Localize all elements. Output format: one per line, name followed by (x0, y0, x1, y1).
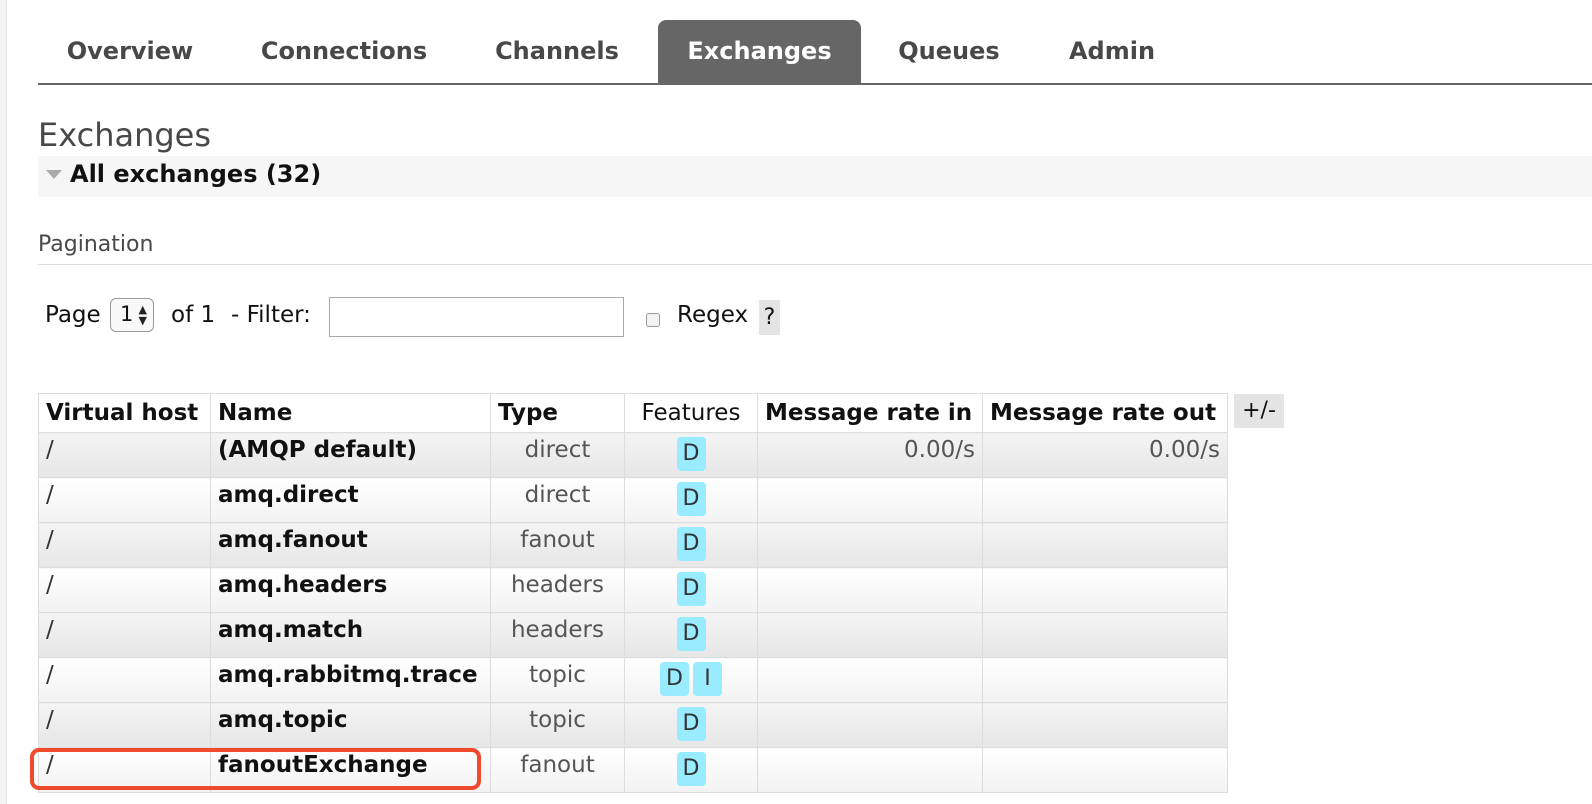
table-row: / amq.rabbitmq.trace topic DI (38, 657, 1228, 703)
tab-connections[interactable]: Connections (246, 20, 442, 83)
filter-input[interactable] (329, 297, 624, 337)
cell-vhost: / (38, 522, 211, 568)
cell-features: D (624, 702, 758, 748)
table-row: / amq.topic topic D (38, 702, 1228, 748)
table-row: / amq.direct direct D (38, 477, 1228, 523)
column-header-message-rate-in[interactable]: Message rate in (757, 393, 983, 433)
all-exchanges-section-toggle[interactable]: All exchanges (32) (38, 156, 1592, 197)
cell-vhost: / (38, 432, 211, 478)
cell-rate-out: 0.00/s (982, 432, 1228, 478)
cell-type: direct (490, 432, 625, 478)
cell-vhost: / (38, 657, 211, 703)
durable-badge: D (676, 707, 706, 741)
cell-features: D (624, 612, 758, 658)
durable-badge: D (660, 662, 689, 696)
section-title: All exchanges (32) (70, 160, 322, 188)
cell-rate-in (757, 477, 983, 523)
toggle-columns-button[interactable]: +/- (1234, 394, 1284, 428)
table-row: / amq.match headers D (38, 612, 1228, 658)
table-row: / amq.headers headers D (38, 567, 1228, 613)
cell-vhost: / (38, 702, 211, 748)
column-header-features: Features (624, 393, 758, 433)
of-pages-label: of 1 (171, 302, 216, 328)
table-header-row: Virtual host Name Type Features Message … (38, 393, 1228, 433)
durable-badge: D (676, 482, 706, 516)
main-nav-tabs: Overview Connections Channels Exchanges … (38, 20, 1592, 85)
exchange-name-link[interactable]: amq.direct (210, 477, 491, 523)
cell-rate-in (757, 522, 983, 568)
filter-label: - Filter: (231, 302, 311, 328)
cell-features: D (624, 522, 758, 568)
exchange-name-link[interactable]: amq.topic (210, 702, 491, 748)
table-row: / fanoutExchange fanout D (38, 747, 1228, 793)
durable-badge: D (676, 527, 706, 561)
cell-rate-in (757, 567, 983, 613)
cell-rate-out (982, 477, 1228, 523)
cell-vhost: / (38, 477, 211, 523)
tab-overview[interactable]: Overview (38, 20, 222, 83)
cell-features: D (624, 477, 758, 523)
pagination-divider (38, 264, 1592, 265)
cell-type: fanout (490, 747, 625, 793)
exchange-name-link[interactable]: amq.headers (210, 567, 491, 613)
cell-features: D (624, 567, 758, 613)
durable-badge: D (676, 437, 706, 471)
exchange-name-link[interactable]: amq.rabbitmq.trace (210, 657, 491, 703)
left-edge-strip (0, 0, 7, 804)
page-label: Page (45, 302, 101, 328)
cell-vhost: / (38, 612, 211, 658)
tab-channels[interactable]: Channels (478, 20, 636, 83)
page-select[interactable]: 1 ▲ ▼ (110, 298, 154, 332)
cell-features: D (624, 432, 758, 478)
cell-vhost: / (38, 567, 211, 613)
regex-label: Regex (677, 302, 749, 328)
internal-badge: I (693, 662, 722, 696)
cell-rate-in (757, 702, 983, 748)
regex-checkbox[interactable] (646, 313, 660, 327)
help-button[interactable]: ? (759, 300, 780, 335)
exchange-name-link[interactable]: amq.match (210, 612, 491, 658)
cell-type: topic (490, 657, 625, 703)
tab-queues[interactable]: Queues (887, 20, 1011, 83)
table-row: / (AMQP default) direct D 0.00/s 0.00/s (38, 432, 1228, 478)
exchange-name-link[interactable]: (AMQP default) (210, 432, 491, 478)
cell-type: fanout (490, 522, 625, 568)
cell-rate-out (982, 522, 1228, 568)
cell-type: headers (490, 612, 625, 658)
pagination-heading: Pagination (38, 232, 154, 257)
rabbitmq-management-page: Overview Connections Channels Exchanges … (0, 0, 1592, 804)
cell-rate-out (982, 567, 1228, 613)
column-header-type[interactable]: Type (490, 393, 625, 433)
column-header-virtual-host[interactable]: Virtual host (38, 393, 211, 433)
collapse-arrow-icon (46, 170, 62, 179)
table-row: / amq.fanout fanout D (38, 522, 1228, 568)
durable-badge: D (676, 572, 706, 606)
cell-rate-in: 0.00/s (757, 432, 983, 478)
cell-features: DI (624, 657, 758, 703)
cell-rate-out (982, 702, 1228, 748)
page-title: Exchanges (38, 116, 212, 154)
cell-features: D (624, 747, 758, 793)
cell-vhost: / (38, 747, 211, 793)
exchange-name-link[interactable]: fanoutExchange (210, 747, 491, 793)
cell-type: direct (490, 477, 625, 523)
tab-exchanges[interactable]: Exchanges (658, 20, 861, 83)
tab-admin[interactable]: Admin (1055, 20, 1169, 83)
up-down-arrows-icon: ▲ ▼ (138, 303, 147, 327)
cell-type: headers (490, 567, 625, 613)
cell-rate-out (982, 612, 1228, 658)
page-select-value: 1 (120, 302, 134, 326)
exchange-name-link[interactable]: amq.fanout (210, 522, 491, 568)
exchanges-table: Virtual host Name Type Features Message … (38, 393, 1228, 793)
column-header-name[interactable]: Name (210, 393, 491, 433)
durable-badge: D (676, 752, 706, 786)
column-header-message-rate-out[interactable]: Message rate out (982, 393, 1228, 433)
durable-badge: D (676, 617, 706, 651)
cell-rate-in (757, 612, 983, 658)
cell-type: topic (490, 702, 625, 748)
cell-rate-out (982, 747, 1228, 793)
cell-rate-in (757, 657, 983, 703)
cell-rate-out (982, 657, 1228, 703)
cell-rate-in (757, 747, 983, 793)
